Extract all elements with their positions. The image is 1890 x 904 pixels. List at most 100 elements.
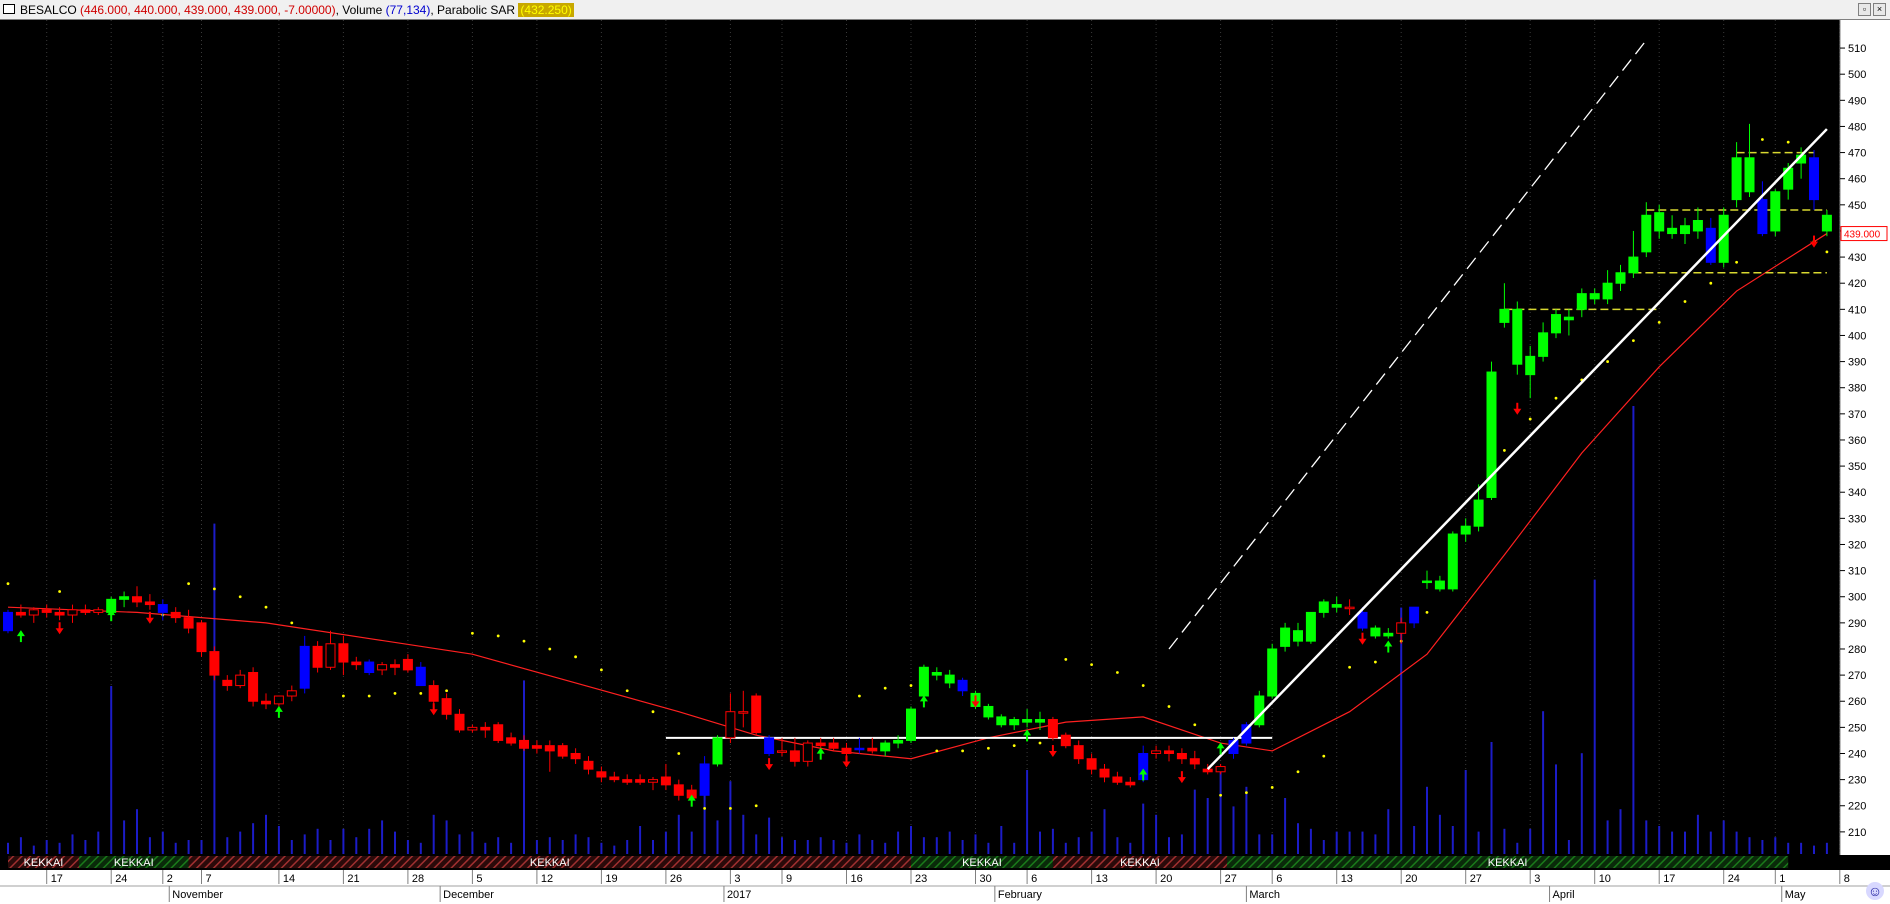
volume-bar (1684, 831, 1686, 854)
candle-body (1331, 604, 1342, 608)
sar-dot (1012, 744, 1016, 748)
month-label: February (998, 889, 1043, 901)
sar-dot (213, 587, 216, 591)
sar-dot (1554, 396, 1558, 400)
date-tick-label: 24 (1728, 873, 1740, 885)
volume-bar (342, 828, 345, 854)
volume-bar (1245, 786, 1248, 854)
date-tick-label: 17 (1663, 873, 1675, 885)
volume-bar (1168, 837, 1170, 854)
volume-bar (1142, 803, 1145, 854)
candle-body (119, 596, 130, 600)
candle-body (1035, 719, 1045, 723)
candle-body (377, 664, 388, 671)
candle-body (1099, 768, 1110, 778)
volume-bar (110, 686, 113, 854)
volume-bar (432, 814, 435, 854)
candle-body (544, 745, 555, 752)
month-label: December (443, 889, 494, 901)
candle-body (622, 779, 633, 783)
volume-bar (1051, 828, 1054, 854)
volume-bar (1580, 753, 1583, 854)
volume-bar (161, 831, 164, 854)
candle-body (1576, 293, 1587, 310)
volume-bar (768, 817, 771, 854)
candle-body (609, 776, 620, 781)
date-tick-label: 13 (1341, 873, 1353, 885)
sar-dot (496, 634, 500, 638)
sar-dot (290, 621, 294, 625)
volume-bar (858, 834, 861, 854)
smiley-icon[interactable]: ☺ (1866, 882, 1884, 900)
candle-body (467, 726, 478, 731)
candle-body (1434, 580, 1445, 590)
volume-bar (1696, 814, 1699, 854)
sell-signal-arrow (842, 761, 851, 768)
volume-bar (1000, 826, 1003, 854)
month-label: November (172, 889, 223, 901)
sar-dot (1503, 449, 1506, 452)
sar-dot (264, 605, 268, 609)
volume-bar (290, 840, 293, 854)
sar-dot (1528, 417, 1532, 421)
candle-body (273, 695, 284, 705)
sar-dot (935, 749, 939, 753)
candle-body (1267, 648, 1278, 697)
sar-dot (754, 804, 758, 808)
candle-body (1215, 766, 1226, 773)
candle-body (1654, 212, 1665, 232)
symbol-name: BESALCO (20, 3, 77, 17)
window-menu-icon[interactable] (3, 4, 15, 14)
sar-dot (1709, 281, 1713, 285)
volume-bar (187, 840, 190, 854)
candle-body (261, 700, 271, 705)
sar-value: (432.250) (518, 3, 574, 17)
sar-dot (1167, 705, 1171, 708)
candle-body (557, 745, 568, 757)
sell-signal-arrow (429, 709, 438, 716)
price-tick-label: 250 (1848, 722, 1866, 734)
stock-chart[interactable]: 2102202302402502602702802903003103203303… (0, 20, 1890, 904)
price-tick-label: 240 (1848, 748, 1866, 760)
sar-dot (187, 582, 191, 586)
volume-bar (987, 842, 990, 854)
sar-dot (471, 631, 474, 635)
volume-bar (419, 842, 422, 854)
volume-bar (535, 840, 538, 854)
volume-bar (45, 840, 48, 854)
date-tick-label: 20 (1160, 873, 1172, 885)
date-tick-label: 24 (115, 873, 127, 885)
date-tick-label: 27 (1470, 873, 1482, 885)
candle-body (93, 609, 104, 613)
volume-bar (1632, 406, 1635, 854)
candle-body (312, 645, 323, 668)
candle-body (54, 611, 65, 616)
buy-signal-arrow (274, 705, 283, 712)
volume-bar (1477, 831, 1480, 854)
sar-dot (703, 806, 706, 810)
volume-bar (1787, 842, 1790, 854)
candle-body (906, 708, 916, 741)
kekkai-label: KEKKAI (114, 857, 154, 869)
volume-bar (1606, 820, 1609, 854)
volume-bar (561, 840, 564, 854)
volume-bar (845, 842, 848, 854)
candle-body (1563, 316, 1574, 321)
volume-bar (652, 840, 654, 854)
buy-signal-arrow (16, 630, 25, 637)
volume-bar (1671, 831, 1674, 854)
close-icon[interactable]: × (1873, 3, 1886, 16)
candle-body (1525, 355, 1536, 376)
volume-bar (355, 837, 358, 854)
price-tick-label: 260 (1848, 696, 1866, 708)
volume-bar (1348, 831, 1351, 854)
candle-body (1073, 745, 1084, 760)
candle-body (209, 651, 220, 676)
sar-dot (342, 694, 345, 698)
volume-bar (1529, 828, 1532, 854)
sar-dot (522, 639, 526, 643)
restore-icon[interactable]: ▫ (1858, 3, 1871, 16)
candle-body (41, 609, 52, 613)
date-tick-label: 13 (1096, 873, 1108, 885)
volume-bar (58, 842, 61, 854)
